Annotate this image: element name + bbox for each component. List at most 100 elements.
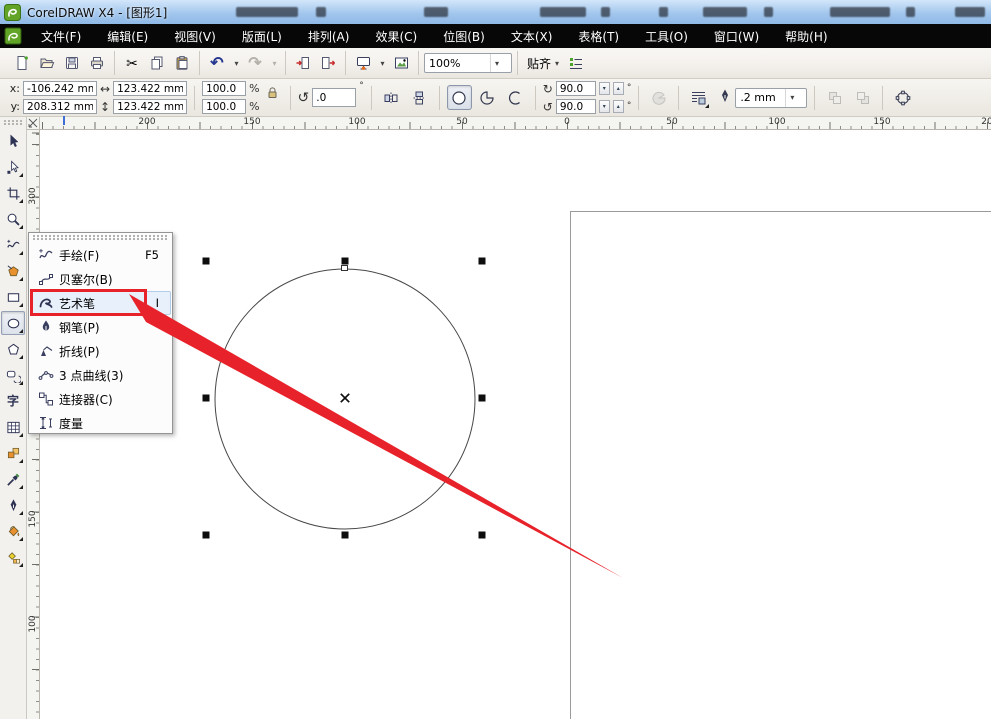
- wrap-text-button[interactable]: [686, 85, 711, 110]
- ellipse-mode-button[interactable]: [446, 85, 472, 110]
- to-front-button[interactable]: [822, 85, 847, 110]
- welcome-screen-button[interactable]: [389, 51, 413, 75]
- print-button[interactable]: [85, 51, 109, 75]
- export-button[interactable]: [316, 51, 340, 75]
- undo-button[interactable]: ↶: [205, 51, 229, 75]
- flyout-item-3-point-curve[interactable]: 3 点曲线(3): [30, 363, 171, 387]
- clockwise-arc-button[interactable]: [646, 85, 671, 110]
- pick-tool[interactable]: [1, 129, 25, 153]
- flyout-item-freehand[interactable]: 手绘(F) F5: [30, 243, 171, 267]
- start-angle-down-button[interactable]: ▾: [598, 82, 610, 95]
- menu-arrange[interactable]: 排列(A): [295, 24, 363, 48]
- outline-pen-tool[interactable]: [1, 493, 25, 517]
- horizontal-ruler[interactable]: 200 150 100 50 0 50 100 150 20: [40, 117, 991, 130]
- rotation-angle-input[interactable]: [312, 88, 357, 107]
- eyedropper-tool[interactable]: [1, 467, 25, 491]
- zoom-level-combo[interactable]: ▾: [424, 53, 512, 73]
- outline-width-combo[interactable]: ▾: [735, 87, 808, 108]
- object-height-input[interactable]: [113, 99, 188, 114]
- to-back-button[interactable]: [850, 85, 875, 110]
- undo-dropdown-button[interactable]: ▾: [230, 51, 242, 75]
- text-tool[interactable]: 字: [1, 389, 25, 413]
- chevron-down-icon: ▾: [785, 88, 798, 107]
- zoom-tool[interactable]: [1, 207, 25, 231]
- x-position-input[interactable]: [23, 81, 97, 96]
- smart-fill-tool[interactable]: [1, 259, 25, 283]
- ruler-origin-corner[interactable]: [27, 117, 40, 130]
- mirror-horizontal-button[interactable]: [379, 85, 404, 110]
- arc-mode-button[interactable]: [503, 85, 528, 110]
- flyout-drag-handle[interactable]: [33, 235, 168, 241]
- ruler-ticks: [40, 122, 991, 129]
- drawing-canvas[interactable]: [40, 130, 991, 719]
- crop-tool[interactable]: [1, 181, 25, 205]
- basic-shapes-tool[interactable]: [1, 363, 25, 387]
- snap-to-button[interactable]: 贴齐 ▾: [523, 51, 563, 75]
- end-angle-up-button[interactable]: ▴: [612, 100, 624, 113]
- zoom-level-input[interactable]: [425, 56, 489, 70]
- import-button[interactable]: [291, 51, 315, 75]
- object-width-input[interactable]: [113, 81, 188, 96]
- paste-button[interactable]: [170, 51, 194, 75]
- save-floppy-icon: [66, 57, 78, 69]
- end-angle-down-button[interactable]: ▾: [598, 100, 610, 113]
- redo-dropdown-button[interactable]: ▾: [268, 51, 280, 75]
- flyout-item-bezier[interactable]: 贝塞尔(B): [30, 267, 171, 291]
- chevron-down-icon: ▾: [380, 58, 385, 68]
- propbar-separator: [638, 85, 640, 110]
- start-angle-input[interactable]: [555, 81, 596, 96]
- flyout-item-label: 钢笔(P): [59, 320, 100, 335]
- bezier-icon: [33, 271, 59, 287]
- mirror-vertical-icon: [413, 91, 425, 104]
- launcher-dropdown-button[interactable]: ▾: [376, 51, 388, 75]
- fill-tool[interactable]: [1, 519, 25, 543]
- menu-table[interactable]: 表格(T): [565, 24, 632, 48]
- end-angle-input[interactable]: [555, 99, 596, 114]
- lock-ratio-button[interactable]: [263, 82, 283, 102]
- convert-to-curves-button[interactable]: [890, 85, 915, 110]
- ruler-number: 100: [768, 117, 786, 127]
- options-button[interactable]: [564, 51, 588, 75]
- menu-layout[interactable]: 版面(L): [229, 24, 295, 48]
- ellipse-tool[interactable]: [1, 311, 25, 335]
- save-button[interactable]: [60, 51, 84, 75]
- copy-button[interactable]: [145, 51, 169, 75]
- polyline-icon: [33, 343, 59, 359]
- toolbox-drag-handle[interactable]: [4, 120, 22, 125]
- mirror-vertical-button[interactable]: [407, 85, 432, 110]
- ellipse-icon: [7, 318, 19, 328]
- new-button[interactable]: [10, 51, 34, 75]
- flyout-item-pen[interactable]: 钢笔(P): [30, 315, 171, 339]
- scale-vertical-input[interactable]: [202, 99, 247, 114]
- flyout-item-connector[interactable]: 连接器(C): [30, 387, 171, 411]
- menu-tools[interactable]: 工具(O): [632, 24, 701, 48]
- menu-help[interactable]: 帮助(H): [772, 24, 840, 48]
- cut-button[interactable]: ✂: [120, 51, 144, 75]
- menu-view[interactable]: 视图(V): [161, 24, 229, 48]
- flyout-item-dimension[interactable]: 度量: [30, 411, 171, 435]
- open-button[interactable]: [35, 51, 59, 75]
- freehand-tool[interactable]: [1, 233, 25, 257]
- pie-mode-button[interactable]: [475, 85, 500, 110]
- outline-width-input[interactable]: [736, 91, 785, 104]
- scale-horizontal-input[interactable]: [202, 81, 247, 96]
- blend-tool[interactable]: [1, 441, 25, 465]
- y-position-input[interactable]: [23, 99, 97, 114]
- rectangle-tool[interactable]: [1, 285, 25, 309]
- polygon-tool[interactable]: [1, 337, 25, 361]
- menu-effects[interactable]: 效果(C): [362, 24, 430, 48]
- flyout-item-label: 贝塞尔(B): [59, 272, 113, 287]
- menu-edit[interactable]: 编辑(E): [94, 24, 161, 48]
- flyout-item-polyline[interactable]: 折线(P): [30, 339, 171, 363]
- rotation-icon: ↺: [297, 89, 310, 106]
- shape-tool[interactable]: [1, 155, 25, 179]
- menu-text[interactable]: 文本(X): [498, 24, 566, 48]
- menu-bitmaps[interactable]: 位图(B): [430, 24, 498, 48]
- start-angle-up-button[interactable]: ▴: [612, 82, 624, 95]
- application-launcher-button[interactable]: [351, 51, 375, 75]
- interactive-fill-tool[interactable]: [1, 545, 25, 569]
- menu-file[interactable]: 文件(F): [28, 24, 94, 48]
- menu-window[interactable]: 窗口(W): [701, 24, 772, 48]
- redo-button[interactable]: ↷: [243, 51, 267, 75]
- table-tool[interactable]: [1, 415, 25, 439]
